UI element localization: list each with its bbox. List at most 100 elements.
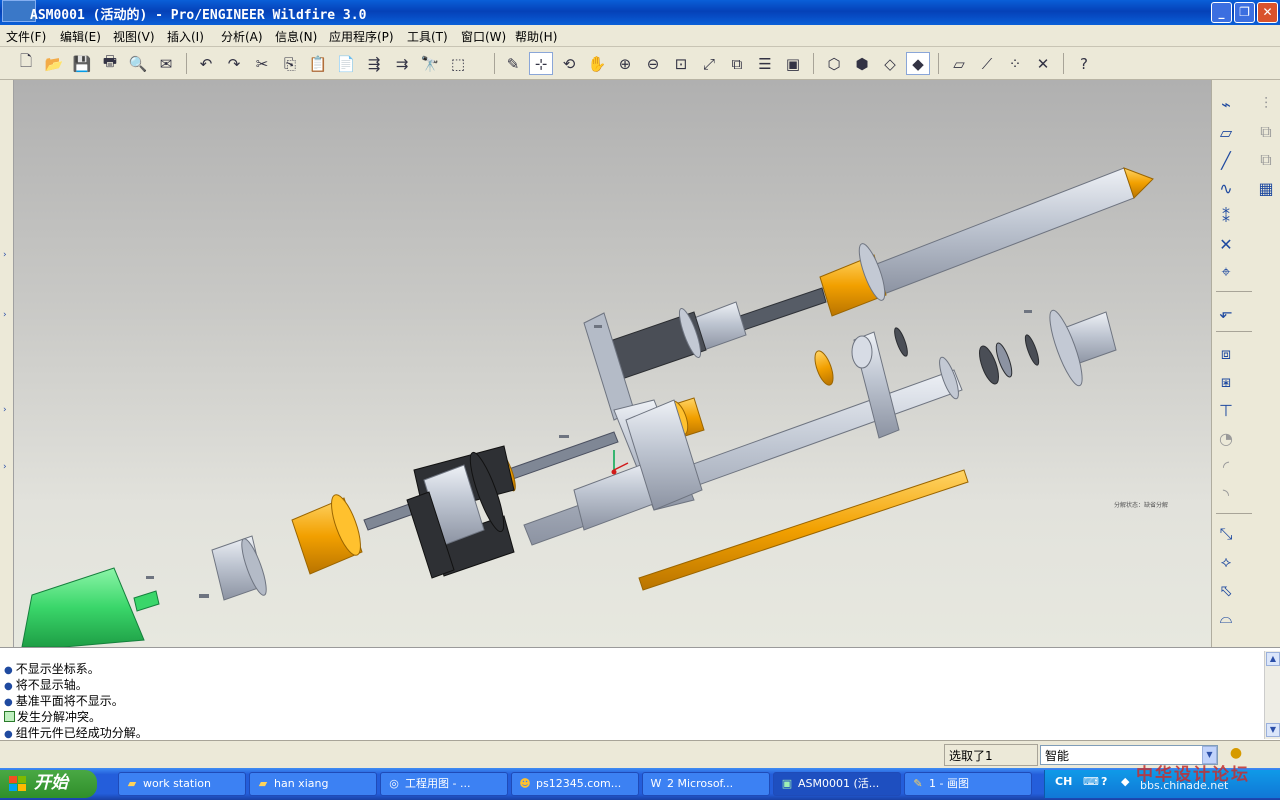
graphics-window[interactable]: 分解状态：缺省分解 [14, 80, 1211, 647]
maximize-button[interactable]: ❐ [1234, 2, 1255, 23]
scroll-up-icon[interactable]: ▲ [1266, 652, 1280, 666]
select-box-icon[interactable]: ⬚ [446, 52, 470, 75]
small-brass-bushing-part[interactable] [811, 349, 836, 388]
menu-window[interactable]: 窗口(W) [461, 28, 506, 45]
help-tray-icon[interactable]: ? [1101, 775, 1107, 788]
taskbar-item[interactable]: ✎ 1 - 画图 [904, 772, 1032, 796]
new-icon[interactable]: 🗋 [14, 52, 38, 75]
small-washer-parts[interactable] [892, 327, 1041, 367]
taskbar-item[interactable]: ▰ han xiang [249, 772, 377, 796]
wireframe-icon[interactable]: ⬡ [822, 52, 846, 75]
axis-display-icon[interactable]: ⟋ [975, 52, 999, 75]
taskbar-item[interactable]: ▣ ASM0001 (活... [773, 772, 901, 796]
saved-views-icon[interactable]: ⧉ [725, 52, 749, 75]
undo-icon[interactable]: ↶ [194, 52, 218, 75]
brass-flange-part[interactable] [291, 492, 366, 575]
csys-display-icon[interactable]: ✕ [1031, 52, 1055, 75]
zoom-out-icon[interactable]: ⊖ [641, 52, 665, 75]
sketch-icon[interactable]: ✎ [501, 52, 525, 75]
surface-icon[interactable]: ⌓ [1214, 606, 1238, 630]
copy-feature-icon[interactable]: ⧉ [1254, 120, 1278, 144]
menu-analysis[interactable]: 分析(A) [221, 28, 263, 45]
table-icon[interactable]: ▦ [1254, 176, 1278, 200]
pan-icon[interactable]: ✋ [585, 52, 609, 75]
scroll-down-icon[interactable]: ▼ [1266, 723, 1280, 737]
offset-icon[interactable]: ⬁ [1214, 578, 1238, 602]
taskbar-item[interactable]: ☻ ps12345.com... [511, 772, 639, 796]
menu-edit[interactable]: 编辑(E) [60, 28, 101, 45]
minimize-button[interactable]: _ [1211, 2, 1232, 23]
taskbar-item[interactable]: W2 Microsof... [642, 772, 770, 796]
message-scrollbar[interactable]: ▲ ▼ [1264, 651, 1280, 739]
datum-csys-icon[interactable]: ⌖ [1214, 260, 1238, 284]
point-display-icon[interactable]: ⁘ [1003, 52, 1027, 75]
cut-icon[interactable]: ✂ [250, 52, 274, 75]
round-icon[interactable]: ◔ [1214, 426, 1238, 450]
menu-file[interactable]: 文件(F) [6, 28, 46, 45]
hidden-line-icon[interactable]: ⬢ [850, 52, 874, 75]
start-button[interactable]: 开始 [0, 770, 97, 798]
mirror-icon[interactable]: ⟡ [1214, 550, 1238, 574]
find-icon[interactable]: 🔭 [418, 52, 442, 75]
guide-shaft-part[interactable] [606, 287, 827, 381]
datum-axis-icon[interactable]: ╱ [1214, 148, 1238, 172]
shading-icon[interactable]: ◆ [906, 52, 930, 75]
sketch-plane-icon[interactable]: ▱ [1214, 120, 1238, 144]
redo-icon[interactable]: ↷ [222, 52, 246, 75]
expand-arrow-icon[interactable]: › [3, 310, 10, 320]
regenerate-icon[interactable]: ⇶ [362, 52, 386, 75]
annotation-icon[interactable]: ⬐ [1214, 300, 1238, 324]
navigator-strip[interactable]: › › › › [0, 80, 14, 647]
expand-arrow-icon[interactable]: › [3, 405, 10, 415]
no-hidden-icon[interactable]: ◇ [878, 52, 902, 75]
menu-insert[interactable]: 插入(I) [167, 28, 204, 45]
datum-plane-display-icon[interactable]: ▱ [947, 52, 971, 75]
fastener-parts[interactable] [146, 310, 1032, 598]
paste-icon[interactable]: 📋 [306, 52, 330, 75]
motor-part[interactable] [21, 567, 160, 647]
nut-housing-part[interactable] [406, 445, 515, 579]
taskbar-item[interactable]: ▰ work station [118, 772, 246, 796]
datum-point-icon[interactable]: ⁑ [1214, 204, 1238, 228]
upper-collar-part[interactable] [819, 241, 890, 317]
keyboard-icon[interactable]: ⌨ [1083, 775, 1099, 788]
create-component-icon[interactable]: ⧆ [1214, 370, 1238, 394]
help-icon[interactable]: ? [1072, 52, 1096, 75]
view-manager-icon[interactable]: ▣ [781, 52, 805, 75]
chamfer-icon[interactable]: ◜ [1214, 454, 1238, 478]
close-button[interactable]: ✕ [1257, 2, 1278, 23]
mirror-plane-icon[interactable]: ⫶ [1254, 92, 1278, 116]
exploded-assembly-model[interactable] [14, 80, 1211, 647]
paste-special-icon[interactable]: 📄 [334, 52, 358, 75]
menu-applications[interactable]: 应用程序(P) [329, 28, 394, 45]
datum-curve-icon[interactable]: ∿ [1214, 176, 1238, 200]
pattern-icon[interactable]: ⧉ [1254, 148, 1278, 172]
expand-arrow-icon[interactable]: › [3, 462, 10, 472]
spin-center-icon[interactable]: ⊹ [529, 52, 553, 75]
offset-point-icon[interactable]: ✕ [1214, 232, 1238, 256]
taskbar-item[interactable]: ◎ 工程用图 - ... [380, 772, 508, 796]
datum-plane-icon[interactable]: ⌁ [1214, 92, 1238, 116]
open-icon[interactable]: 📂 [42, 52, 66, 75]
reorient-icon[interactable]: ⤢ [697, 52, 721, 75]
expand-arrow-icon[interactable]: › [3, 250, 10, 260]
move-icon[interactable]: ⤡ [1214, 522, 1238, 546]
menu-tools[interactable]: 工具(T) [407, 28, 448, 45]
coupling-part[interactable] [211, 535, 271, 601]
upper-rod-part[interactable] [873, 167, 1154, 295]
email-icon[interactable]: ✉ [154, 52, 178, 75]
regen-manager-icon[interactable]: ⇉ [390, 52, 414, 75]
tray-app-icon[interactable]: ◆ [1121, 775, 1129, 788]
preview-icon[interactable]: 🔍 [126, 52, 150, 75]
menu-help[interactable]: 帮助(H) [515, 28, 557, 45]
draft-icon[interactable]: ◝ [1214, 482, 1238, 506]
input-language-indicator[interactable]: CH [1055, 775, 1072, 788]
copy-icon[interactable]: ⎘ [278, 52, 302, 75]
component-icon[interactable]: ⧈ [1214, 342, 1238, 366]
zoom-in-icon[interactable]: ⊕ [613, 52, 637, 75]
layers-icon[interactable]: ☰ [753, 52, 777, 75]
refit-icon[interactable]: ⊡ [669, 52, 693, 75]
merge-icon[interactable]: ⊤ [1214, 398, 1238, 422]
save-icon[interactable]: 💾 [70, 52, 94, 75]
menu-info[interactable]: 信息(N) [275, 28, 317, 45]
